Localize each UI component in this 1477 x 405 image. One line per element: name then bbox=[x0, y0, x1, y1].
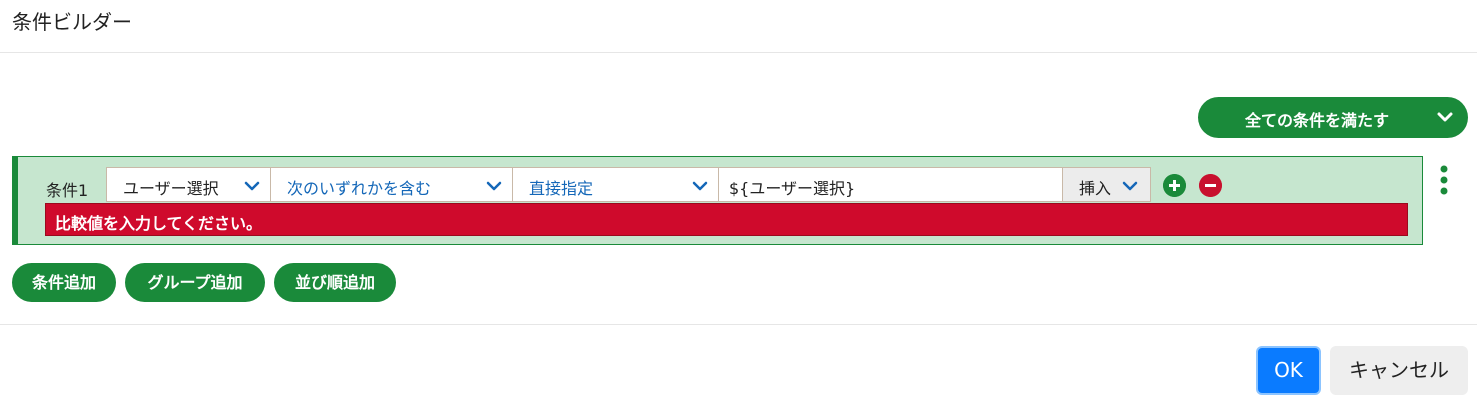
insert-button-label: 挿入 bbox=[1079, 179, 1112, 198]
chevron-down-icon bbox=[1122, 181, 1138, 191]
add-group-button[interactable]: グループ追加 bbox=[125, 263, 265, 302]
operator-select[interactable]: 次のいずれかを含む bbox=[270, 167, 513, 202]
chevron-down-icon bbox=[692, 181, 708, 191]
add-sort-button[interactable]: 並び順追加 bbox=[274, 263, 396, 302]
cancel-button[interactable]: キャンセル bbox=[1330, 346, 1468, 395]
chevron-down-icon bbox=[244, 181, 260, 191]
chevron-down-icon bbox=[486, 181, 502, 191]
value-type-select[interactable]: 直接指定 bbox=[512, 167, 719, 202]
value-input[interactable]: ${ユーザー選択} bbox=[718, 167, 1063, 202]
dialog-title: 条件ビルダー bbox=[12, 10, 132, 34]
condition-row: 条件1 ユーザー選択 次のいずれかを含む 直接指定 ${ユーザー選択} 挿入 比… bbox=[12, 156, 1423, 245]
match-mode-select[interactable]: 全ての条件を満たす bbox=[1198, 97, 1468, 138]
condition-label: 条件1 bbox=[46, 181, 89, 200]
add-condition-button[interactable]: 条件追加 bbox=[12, 263, 116, 302]
kebab-menu-icon[interactable] bbox=[1437, 165, 1451, 197]
field-select-value: ユーザー選択 bbox=[123, 179, 219, 198]
chevron-down-icon bbox=[1437, 112, 1453, 122]
remove-condition-icon[interactable] bbox=[1199, 174, 1222, 197]
operator-select-value: 次のいずれかを含む bbox=[287, 179, 432, 198]
insert-button[interactable]: 挿入 bbox=[1062, 167, 1151, 202]
dialog-header: 条件ビルダー bbox=[0, 0, 1477, 53]
error-message: 比較値を入力してください。 bbox=[45, 203, 1408, 236]
value-input-text: ${ユーザー選択} bbox=[729, 179, 856, 198]
footer-divider bbox=[0, 324, 1477, 325]
ok-button[interactable]: OK bbox=[1256, 346, 1321, 395]
value-type-select-value: 直接指定 bbox=[529, 179, 594, 198]
add-condition-icon[interactable] bbox=[1163, 174, 1186, 197]
match-mode-label: 全ての条件を満たす bbox=[1245, 111, 1390, 130]
field-select[interactable]: ユーザー選択 bbox=[106, 167, 271, 202]
error-message-text: 比較値を入力してください。 bbox=[55, 214, 263, 233]
